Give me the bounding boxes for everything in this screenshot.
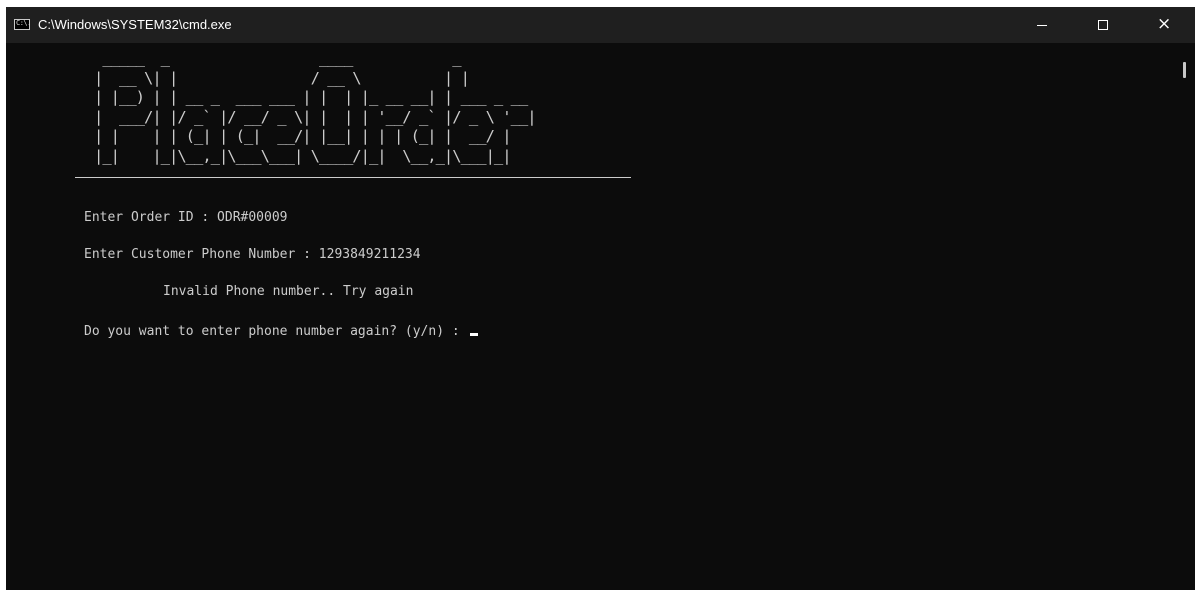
close-icon: × — [1157, 14, 1172, 34]
minimize-icon — [1037, 25, 1047, 26]
banner-divider — [75, 177, 631, 178]
cmd-window: C:\. C:\Windows\SYSTEM32\cmd.exe × _____… — [6, 7, 1195, 590]
maximize-icon — [1098, 20, 1108, 30]
order-id-line: Enter Order ID : ODR#00009 — [84, 210, 288, 225]
console-output[interactable]: _____ _ ____ _ | __ \| | / __ \ | | | |_… — [6, 43, 1176, 590]
maximize-button[interactable] — [1080, 7, 1126, 43]
minimize-button[interactable] — [1019, 7, 1065, 43]
cmd-icon: C:\. — [14, 19, 31, 30]
phone-number-line: Enter Customer Phone Number : 1293849211… — [84, 247, 421, 262]
scrollbar-thumb[interactable] — [1183, 62, 1186, 78]
invalid-phone-message: Invalid Phone number.. Try again — [163, 284, 414, 299]
text-cursor — [469, 333, 478, 336]
retry-prompt[interactable]: Do you want to enter phone number again?… — [84, 324, 478, 340]
window-title: C:\Windows\SYSTEM32\cmd.exe — [38, 17, 232, 32]
close-button[interactable]: × — [1141, 7, 1187, 43]
vertical-scrollbar[interactable] — [1176, 43, 1195, 590]
title-bar[interactable]: C:\. C:\Windows\SYSTEM32\cmd.exe × — [6, 7, 1195, 43]
place-order-banner: _____ _ ____ _ | __ \| | / __ \ | | | |_… — [94, 49, 537, 165]
cmd-icon-text: C:\. — [16, 19, 31, 27]
retry-prompt-text: Do you want to enter phone number again?… — [84, 324, 468, 339]
